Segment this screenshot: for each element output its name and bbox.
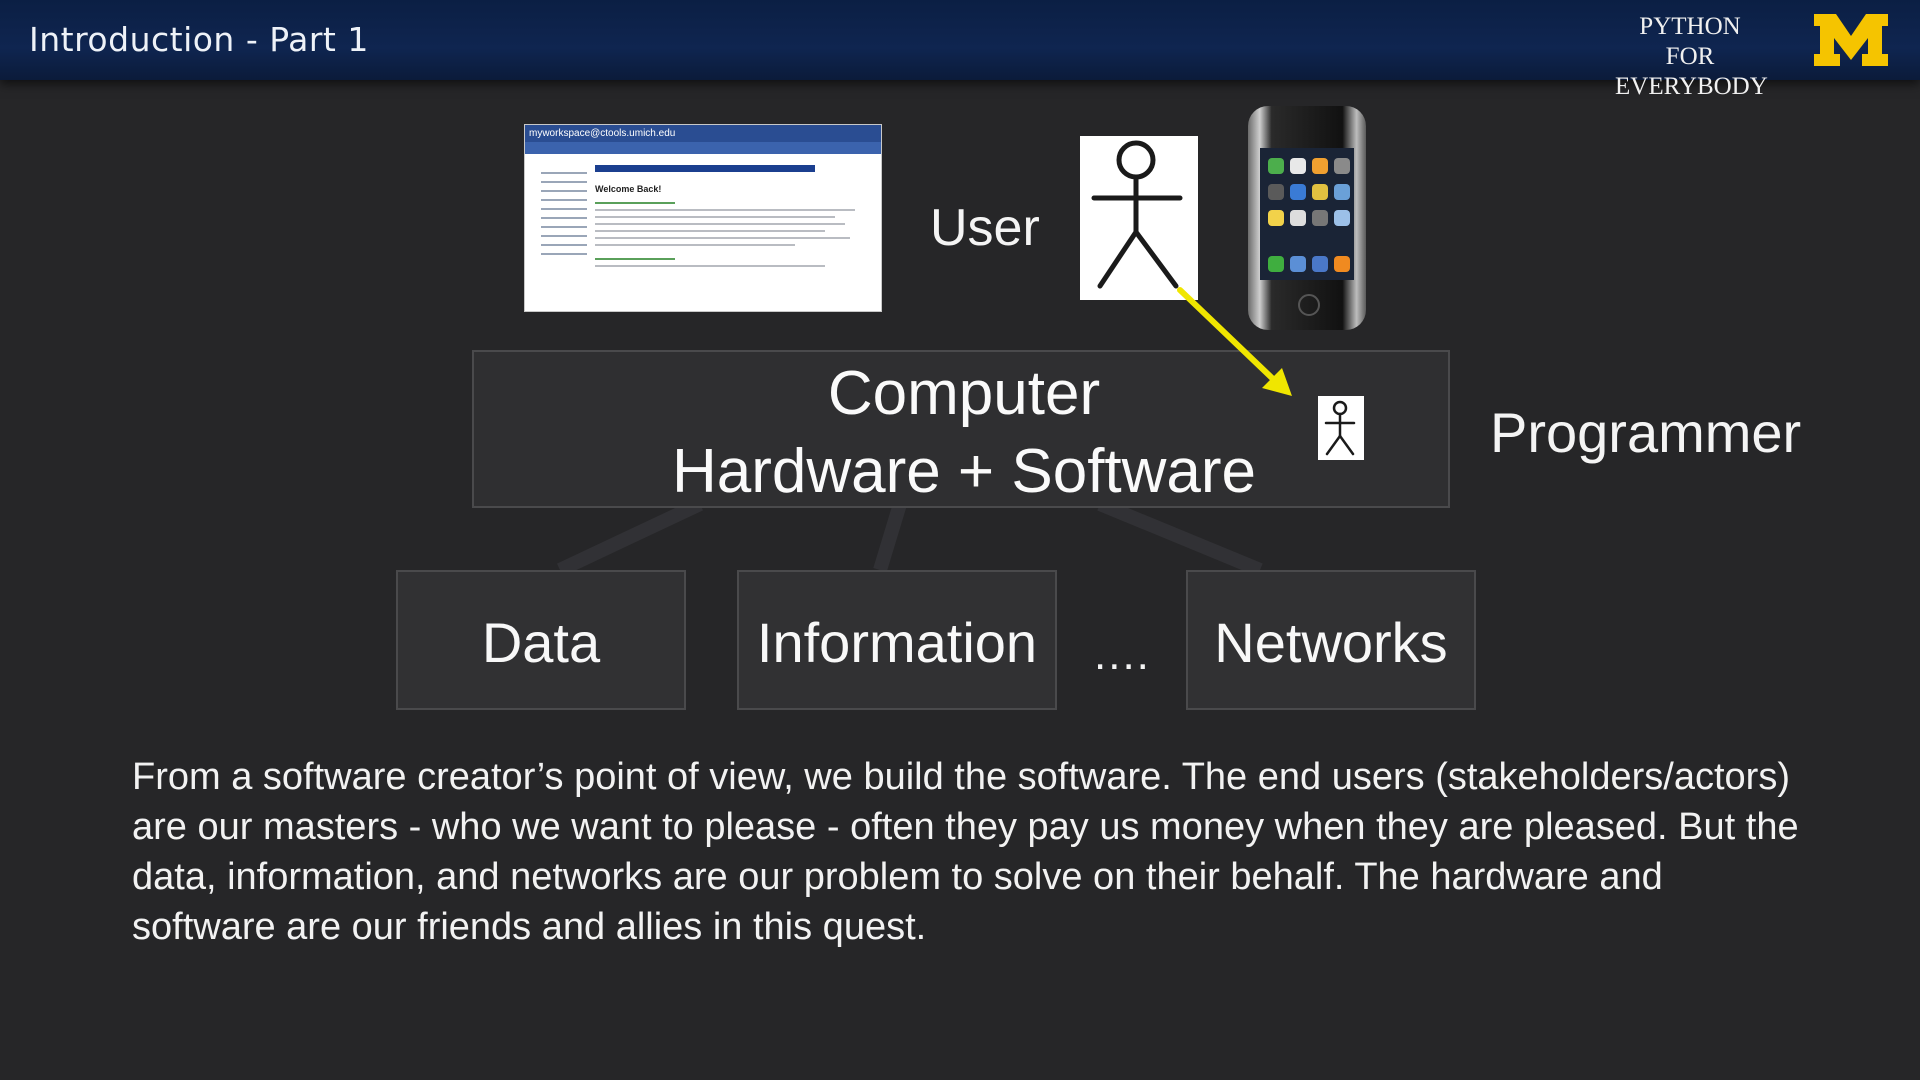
ellipsis: .... xyxy=(1094,630,1151,679)
user-stick-figure-icon xyxy=(1080,136,1198,300)
data-box-label: Data xyxy=(481,611,601,674)
title-bar: Introduction - Part 1 PYTHON FOR EVERYBO… xyxy=(0,0,1920,100)
michigan-m-logo xyxy=(1814,14,1888,66)
explanation-paragraph: From a software creator’s point of view,… xyxy=(132,756,1799,948)
phone-home-button xyxy=(1298,294,1320,316)
slide-title: Introduction - Part 1 xyxy=(29,20,369,59)
networks-box: Networks xyxy=(1186,570,1476,710)
thumbnail-content: Welcome Back! xyxy=(595,165,875,267)
phone-screen xyxy=(1260,148,1354,280)
web-page-thumbnail: myworkspace@ctools.umich.edu Welcome Bac… xyxy=(524,124,882,312)
computer-subtitle: Hardware + Software xyxy=(671,437,1257,506)
thumbnail-welcome: Welcome Back! xyxy=(595,184,662,194)
information-box: Information xyxy=(737,570,1057,710)
thumbnail-sidebar xyxy=(529,165,587,255)
thumbnail-header: myworkspace@ctools.umich.edu xyxy=(525,125,881,142)
networks-box-label: Networks xyxy=(1214,611,1448,674)
information-box-label: Information xyxy=(756,611,1038,674)
programmer-stick-figure-icon xyxy=(1318,396,1364,460)
brand-line-2: EVERYBODY xyxy=(1615,73,1768,100)
data-box: Data xyxy=(396,570,686,710)
thumbnail-toolbar xyxy=(525,142,881,154)
user-label: User xyxy=(930,199,1040,257)
computer-title: Computer xyxy=(827,359,1101,428)
brand-text: PYTHON FOR EVERYBODY xyxy=(1615,12,1768,102)
brand-line-1: PYTHON FOR xyxy=(1639,13,1741,70)
smartphone-image xyxy=(1248,106,1366,330)
computer-box: Computer Hardware + Software xyxy=(472,350,1450,508)
programmer-label: Programmer xyxy=(1490,401,1802,464)
